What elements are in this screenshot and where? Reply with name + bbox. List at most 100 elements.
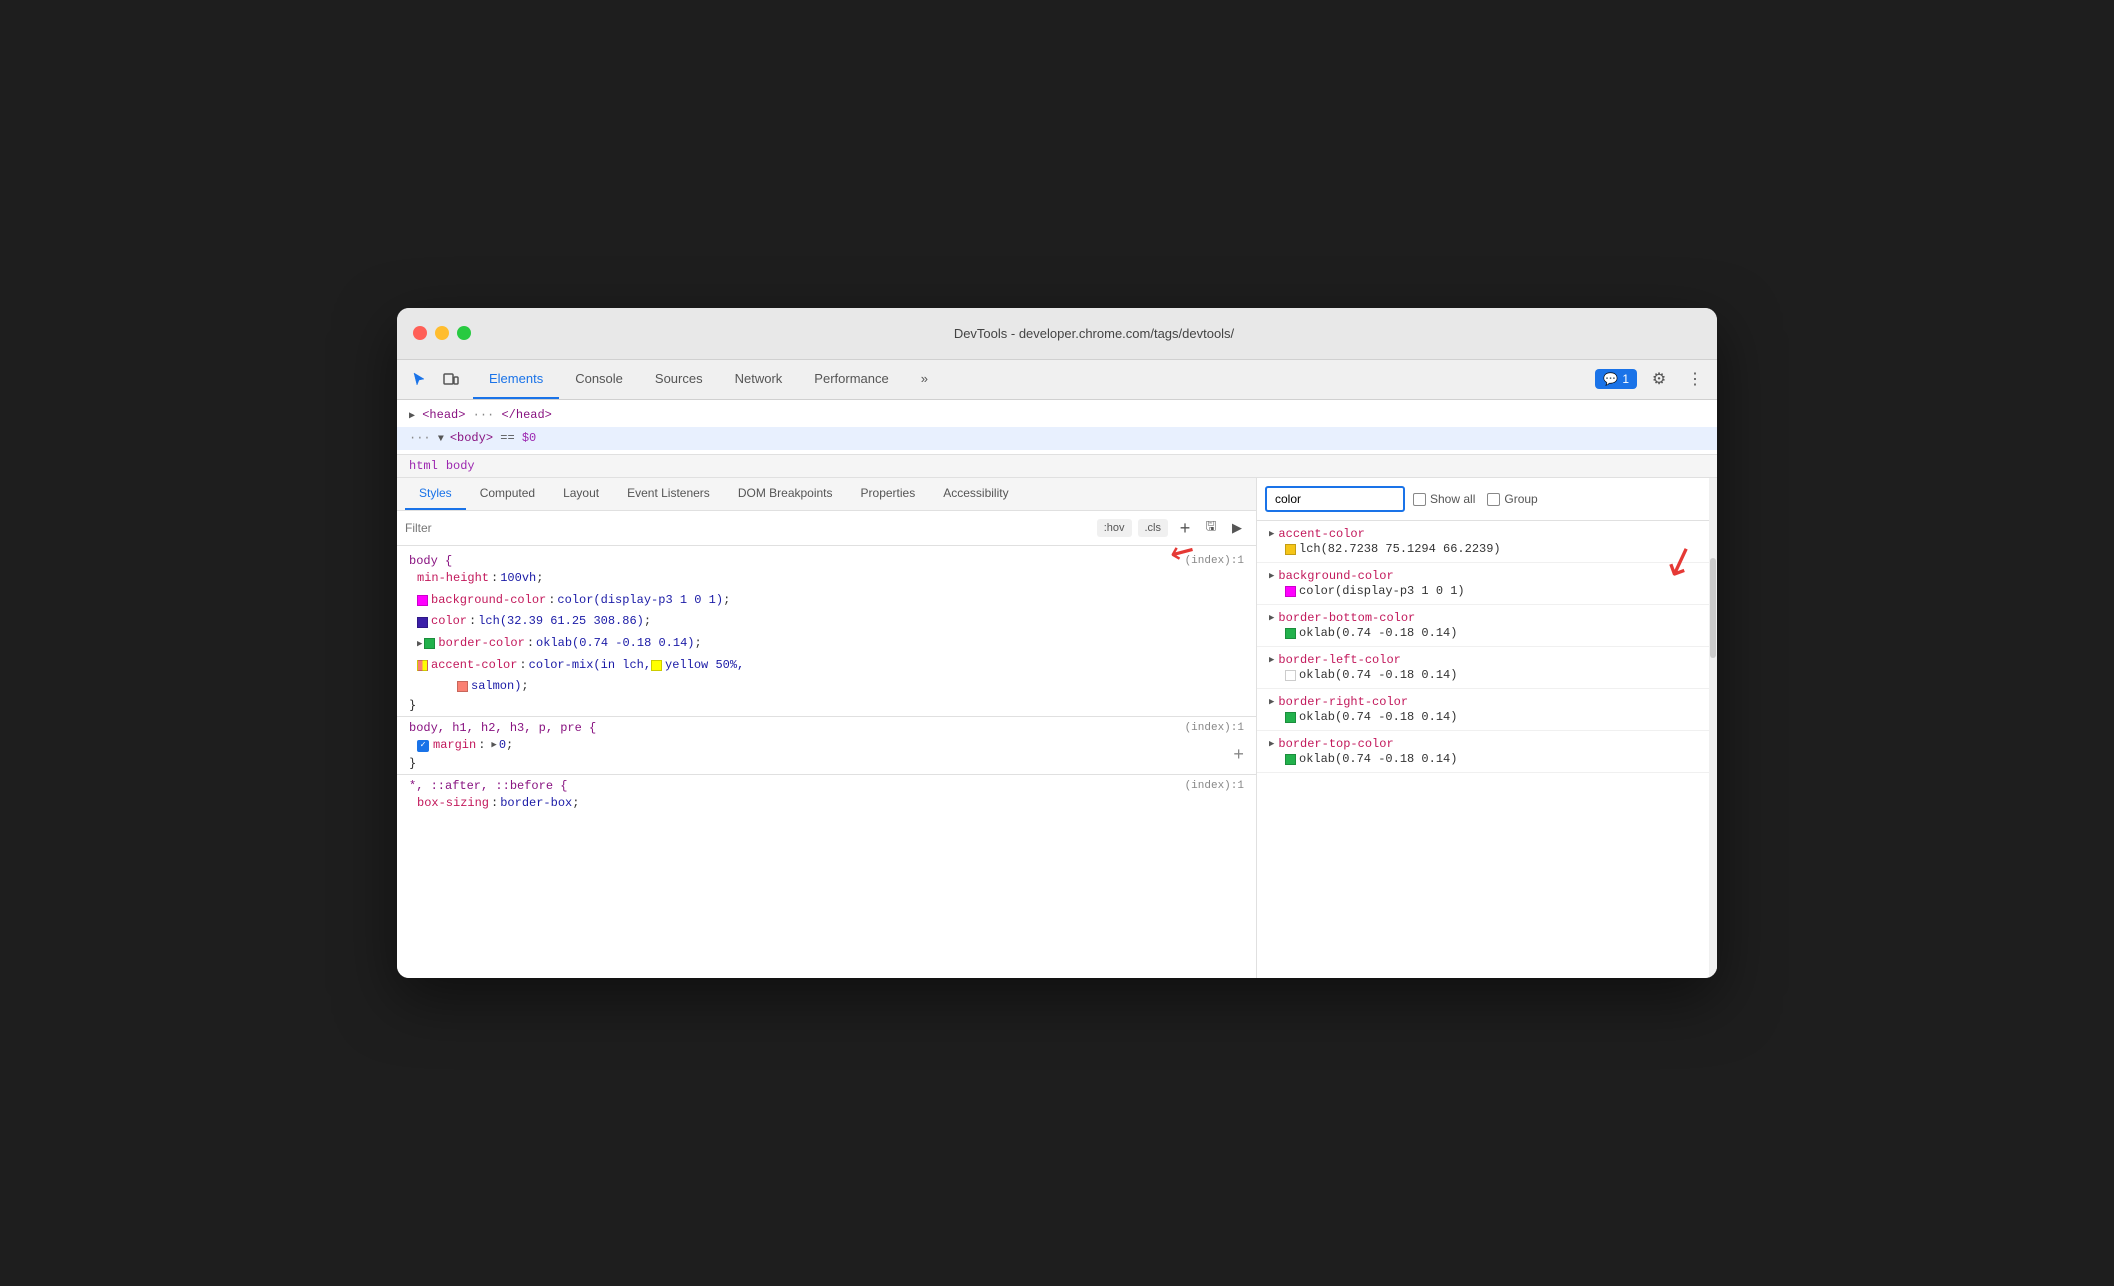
computed-expand-accent-color[interactable]: ▶	[1269, 529, 1274, 539]
dom-body-line[interactable]: ··· ▼ <body> == $0	[397, 427, 1717, 450]
traffic-lights	[413, 326, 471, 340]
hov-button[interactable]: :hov	[1097, 519, 1132, 537]
css-property-value-bg[interactable]: color(display-p3 1 0 1)	[557, 590, 723, 612]
css-property-name-min-height[interactable]: min-height	[417, 568, 489, 590]
tab-computed[interactable]: Computed	[466, 478, 549, 510]
margin-expand[interactable]: ▶	[491, 737, 496, 753]
tab-sources[interactable]: Sources	[639, 359, 719, 399]
css-property-value-margin[interactable]: 0	[499, 735, 506, 757]
scrollbar[interactable]	[1709, 478, 1717, 978]
computed-expand-border-bottom-color[interactable]: ▶	[1269, 613, 1274, 623]
add-rule-button[interactable]: +	[1233, 746, 1244, 766]
css-property-name-bg[interactable]: background-color	[431, 590, 546, 612]
tab-styles[interactable]: Styles	[405, 478, 466, 510]
tab-event-listeners[interactable]: Event Listeners	[613, 478, 724, 510]
computed-prop-name-bg-color: background-color	[1278, 569, 1393, 583]
computed-prop-name-border-right-color: border-right-color	[1278, 695, 1408, 709]
css-property-name-border-color[interactable]: border-color	[438, 633, 524, 655]
computed-expand-bg-color[interactable]: ▶	[1269, 571, 1274, 581]
css-property-name-margin[interactable]: margin	[433, 735, 476, 757]
css-file-link-body-headings[interactable]: (index):1	[1185, 722, 1256, 734]
css-property-name-color[interactable]: color	[431, 611, 467, 633]
breadcrumb-body[interactable]: body	[446, 459, 475, 473]
new-style-rule-button[interactable]: 🖫	[1200, 517, 1222, 539]
css-property-value-box-sizing[interactable]: border-box	[500, 793, 572, 815]
css-property-value-accent-color[interactable]: color-mix(in lch,	[529, 655, 651, 677]
computed-search-input[interactable]	[1265, 486, 1405, 512]
css-property-value-color[interactable]: lch(32.39 61.25 308.86)	[478, 611, 644, 633]
group-checkbox-box[interactable]	[1487, 493, 1500, 506]
computed-prop-name-border-bottom-color: border-bottom-color	[1278, 611, 1415, 625]
show-all-checkbox[interactable]: Show all	[1413, 492, 1475, 506]
toggle-element-state-button[interactable]: ▶	[1226, 517, 1248, 539]
expand-head-icon[interactable]: ▶	[409, 411, 415, 422]
add-style-button[interactable]: +	[1174, 517, 1196, 539]
computed-swatch-accent-color[interactable]	[1285, 544, 1296, 555]
tab-performance[interactable]: Performance	[798, 359, 904, 399]
breadcrumb-html[interactable]: html	[409, 459, 438, 473]
tab-properties[interactable]: Properties	[847, 478, 930, 510]
maximize-button[interactable]	[457, 326, 471, 340]
cls-button[interactable]: .cls	[1138, 519, 1169, 537]
computed-item-border-left-color: ▶ border-left-color oklab(0.74 -0.18 0.1…	[1257, 647, 1717, 689]
tab-network[interactable]: Network	[719, 359, 799, 399]
css-property-value-accent-color-2[interactable]: yellow 50%,	[665, 655, 744, 677]
computed-expand-border-right-color[interactable]: ▶	[1269, 697, 1274, 707]
more-menu-button[interactable]: ⋮	[1681, 365, 1709, 393]
expand-body-icon[interactable]: ▼	[438, 434, 450, 445]
tab-layout[interactable]: Layout	[549, 478, 613, 510]
computed-value-accent-color: lch(82.7238 75.1294 66.2239)	[1299, 542, 1501, 556]
css-selector-body[interactable]: body {	[397, 554, 452, 568]
tab-accessibility[interactable]: Accessibility	[929, 478, 1022, 510]
minimize-button[interactable]	[435, 326, 449, 340]
css-property-name-box-sizing[interactable]: box-sizing	[417, 793, 489, 815]
titlebar: DevTools - developer.chrome.com/tags/dev…	[397, 308, 1717, 360]
dom-viewer: ▶ <head> ··· </head> ··· ▼ <body> == $0	[397, 400, 1717, 455]
css-selector-universal[interactable]: *, ::after, ::before {	[397, 779, 567, 793]
css-property-value-border-color[interactable]: oklab(0.74 -0.18 0.14)	[536, 633, 694, 655]
tab-elements[interactable]: Elements	[473, 359, 559, 399]
group-checkbox[interactable]: Group	[1487, 492, 1537, 506]
css-property-value-accent-salmon[interactable]: salmon)	[471, 676, 521, 698]
tab-dom-breakpoints[interactable]: DOM Breakpoints	[724, 478, 847, 510]
border-color-swatch[interactable]	[424, 638, 435, 649]
css-file-link-body[interactable]: (index):1	[1185, 555, 1256, 567]
accent-color-swatch[interactable]	[417, 660, 428, 671]
margin-checkbox[interactable]: ✓	[417, 740, 429, 752]
cursor-icon[interactable]	[405, 365, 433, 393]
computed-swatch-border-bottom-color[interactable]	[1285, 628, 1296, 639]
chat-badge[interactable]: 💬 1	[1595, 369, 1637, 389]
css-rule-universal: *, ::after, ::before { (index):1 box-siz…	[397, 779, 1256, 815]
devtools-toolbar: Elements Console Sources Network Perform…	[397, 360, 1717, 400]
device-toggle-icon[interactable]	[437, 365, 465, 393]
left-panel: Styles Computed Layout Event Listeners D…	[397, 478, 1257, 978]
computed-expand-border-left-color[interactable]: ▶	[1269, 655, 1274, 665]
computed-swatch-bg-color[interactable]	[1285, 586, 1296, 597]
filter-input[interactable]	[405, 521, 1091, 535]
border-color-expand[interactable]: ▶	[417, 636, 422, 652]
css-selector-body-headings[interactable]: body, h1, h2, h3, p, pre {	[397, 721, 596, 735]
css-property-value-min-height[interactable]: 100vh	[500, 568, 536, 590]
computed-item-accent-color-header: ▶ accent-color	[1269, 527, 1705, 541]
tab-console[interactable]: Console	[559, 359, 639, 399]
css-rule-body-headings: body, h1, h2, h3, p, pre { (index):1 ✓ m…	[397, 721, 1256, 771]
settings-button[interactable]: ⚙	[1645, 365, 1673, 393]
computed-prop-value-accent-color: lch(82.7238 75.1294 66.2239)	[1269, 542, 1705, 556]
show-all-checkbox-box[interactable]	[1413, 493, 1426, 506]
computed-swatch-border-left-color[interactable]	[1285, 670, 1296, 681]
computed-swatch-border-top-color[interactable]	[1285, 754, 1296, 765]
close-button[interactable]	[413, 326, 427, 340]
salmon-swatch[interactable]	[457, 681, 468, 692]
background-color-swatch[interactable]	[417, 595, 428, 606]
computed-prop-value-border-top-color: oklab(0.74 -0.18 0.14)	[1269, 752, 1705, 766]
yellow-swatch[interactable]	[651, 660, 662, 671]
computed-expand-border-top-color[interactable]: ▶	[1269, 739, 1274, 749]
computed-swatch-border-right-color[interactable]	[1285, 712, 1296, 723]
toolbar-right: 💬 1 ⚙ ⋮	[1595, 365, 1709, 393]
tab-more[interactable]: »	[905, 359, 944, 399]
color-swatch[interactable]	[417, 617, 428, 628]
css-prop-background-color: background-color : color(display-p3 1 0 …	[397, 590, 1256, 612]
scrollbar-thumb[interactable]	[1710, 558, 1716, 658]
css-file-link-universal[interactable]: (index):1	[1185, 780, 1256, 792]
css-property-name-accent-color[interactable]: accent-color	[431, 655, 517, 677]
